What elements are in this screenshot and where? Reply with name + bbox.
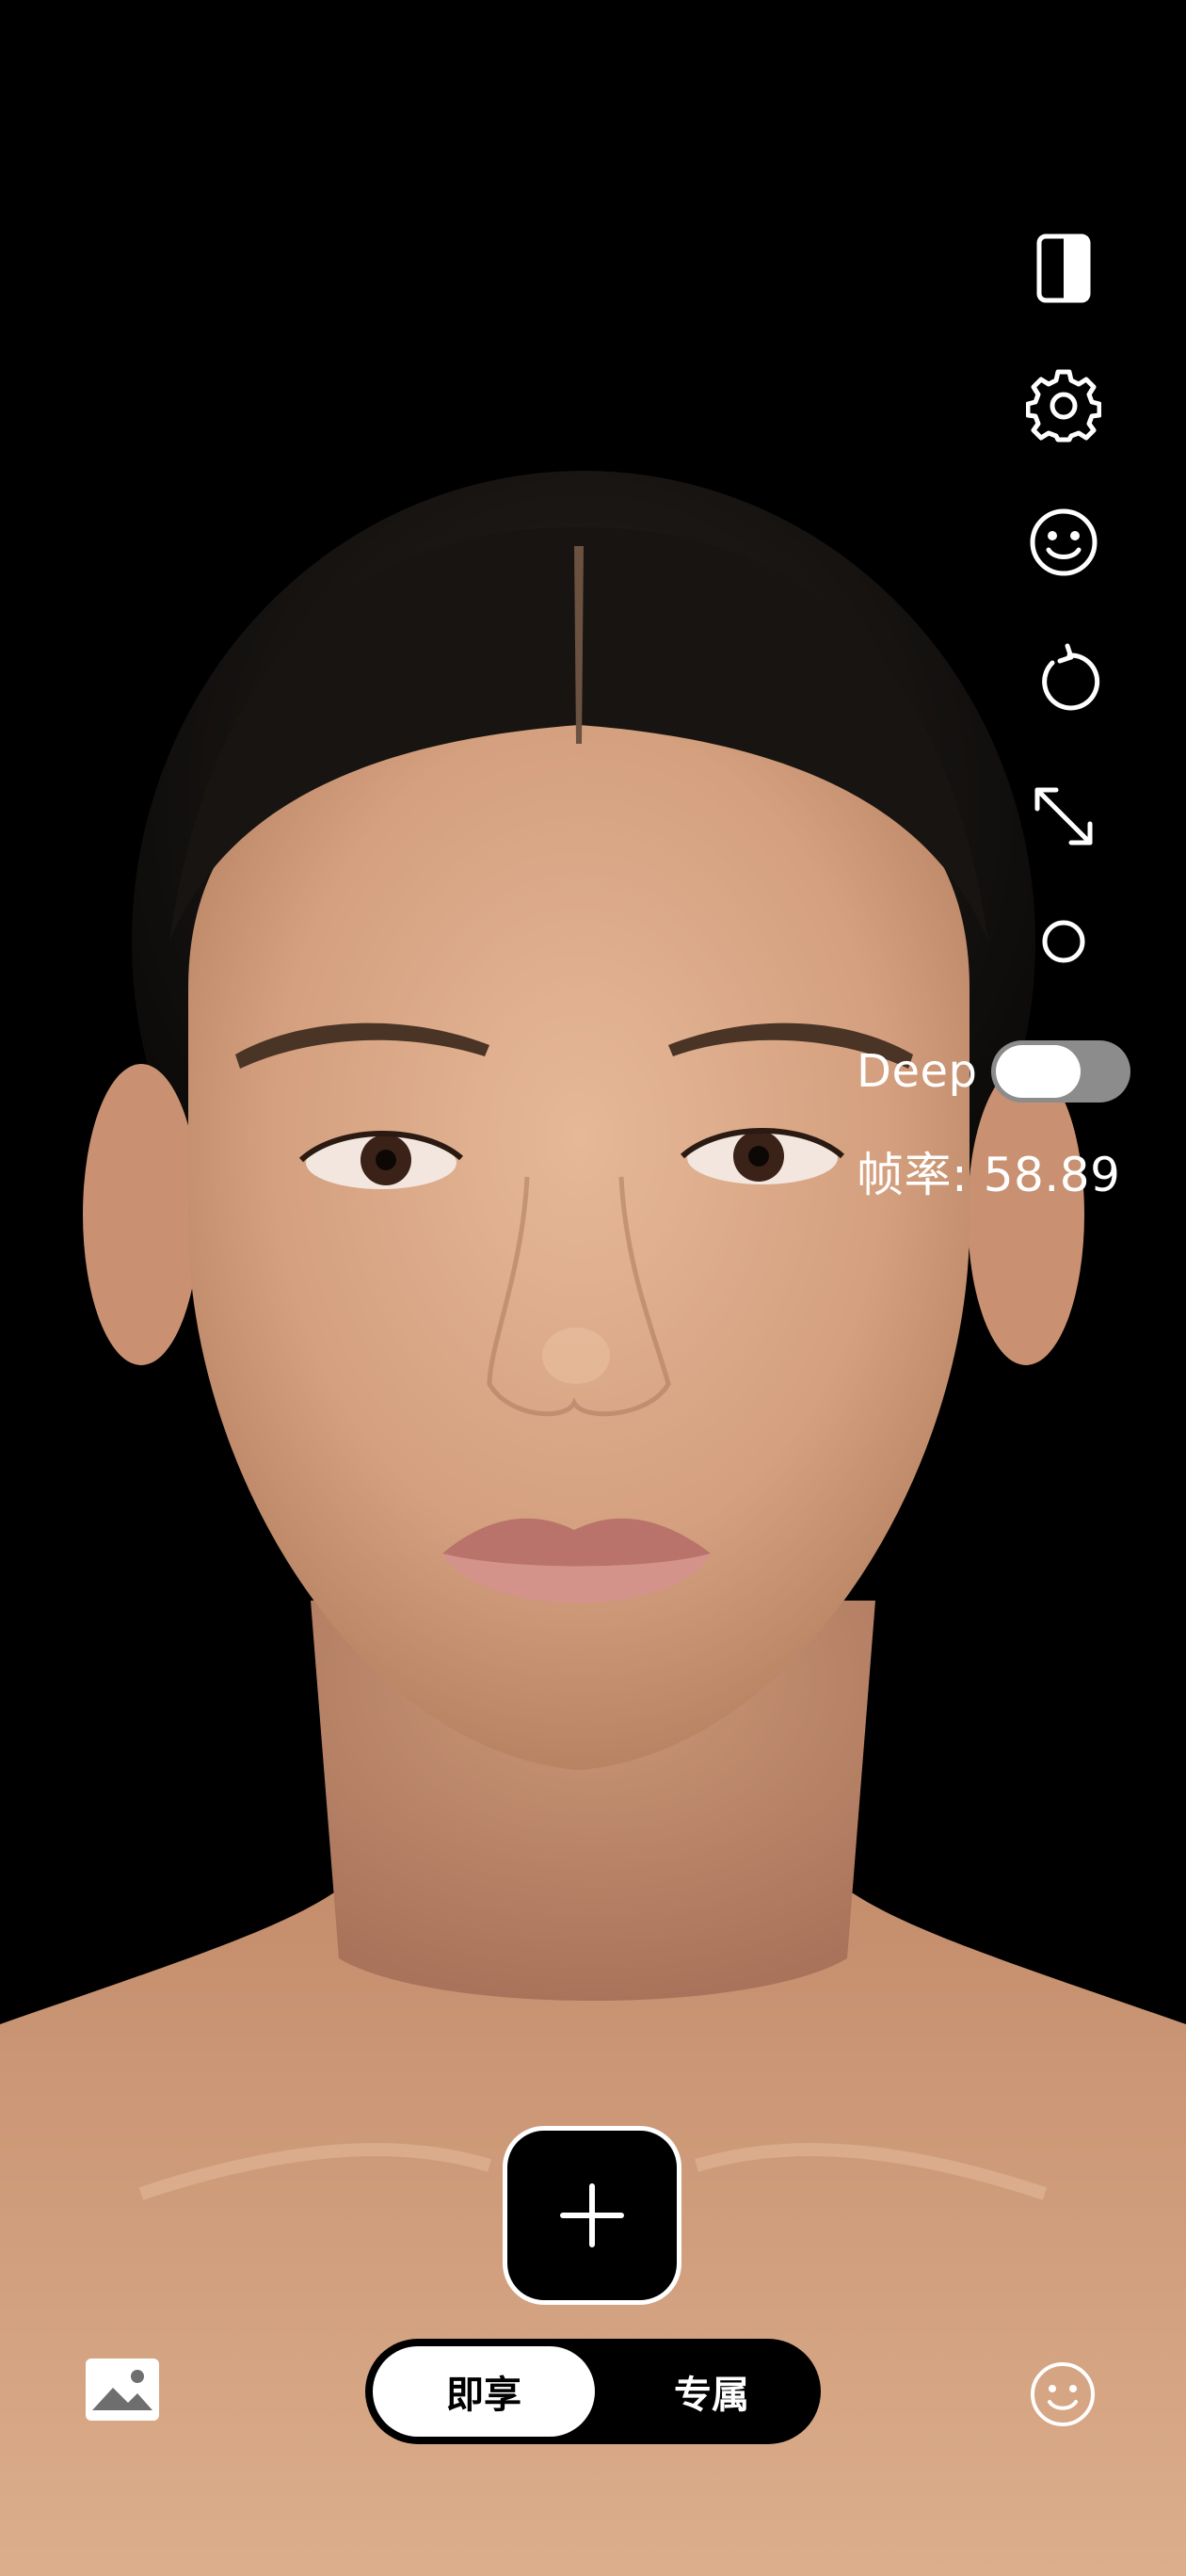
gallery-icon xyxy=(86,2359,159,2421)
record-button[interactable] xyxy=(1026,904,1101,979)
tab-instant[interactable]: 即享 xyxy=(373,2346,595,2437)
split-view-button[interactable] xyxy=(1026,231,1101,306)
face-button[interactable] xyxy=(1028,2359,1098,2429)
capture-button[interactable] xyxy=(503,2126,681,2305)
smiley-face-icon xyxy=(1031,2362,1095,2426)
reset-button[interactable] xyxy=(1026,642,1101,717)
gallery-button[interactable] xyxy=(83,2356,162,2423)
smiley-face-icon xyxy=(1030,508,1098,576)
fps-readout: 帧率: 58.89 xyxy=(857,1148,1121,1202)
expand-icon xyxy=(1034,787,1093,845)
plus-icon xyxy=(560,2183,624,2247)
split-view-icon xyxy=(1036,233,1091,303)
toggle-knob xyxy=(995,1045,1081,1098)
deep-toggle[interactable] xyxy=(990,1040,1130,1103)
fullscreen-button[interactable] xyxy=(1026,779,1101,854)
circle-icon xyxy=(1042,920,1085,963)
tab-exclusive[interactable]: 专属 xyxy=(610,2346,813,2437)
face-effects-button[interactable] xyxy=(1026,505,1101,580)
rotate-icon xyxy=(1042,643,1100,711)
deep-label: Deep xyxy=(857,1045,978,1098)
mode-switcher: 即享 专属 xyxy=(365,2339,821,2444)
gear-icon xyxy=(1026,369,1101,443)
deep-toggle-row: Deep xyxy=(857,1038,1130,1104)
settings-button[interactable] xyxy=(1026,368,1101,443)
